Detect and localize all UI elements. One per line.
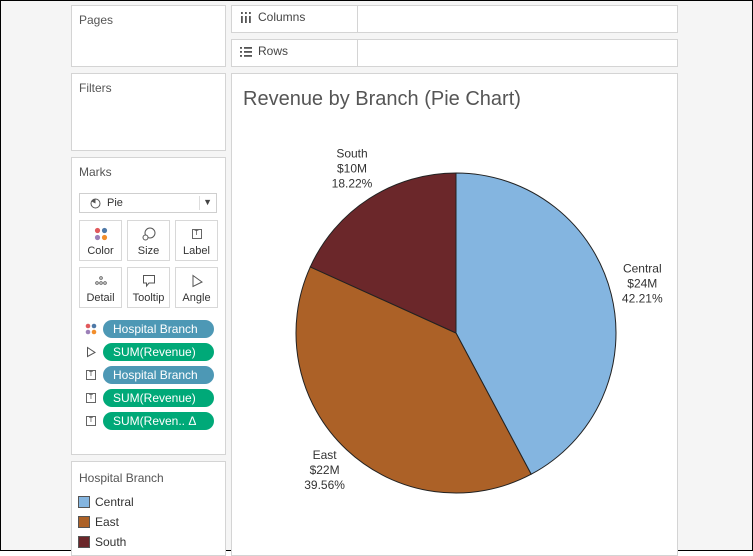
angle-button[interactable]: Angle (175, 267, 218, 308)
marks-pill-row: SUM(Revenue) (85, 343, 215, 361)
shelf-divider (357, 6, 358, 32)
filters-title: Filters (79, 81, 112, 95)
pages-card[interactable]: Pages (71, 5, 226, 67)
size-button-label: Size (137, 245, 160, 257)
pie-label-line: East (313, 448, 338, 462)
legend-item-label: East (95, 515, 120, 529)
mark-type-dropdown[interactable]: Pie ▼ (79, 193, 217, 213)
sum-revenue-table-calc-pill[interactable]: SUM(Reven.. Δ (103, 412, 214, 430)
legend-item[interactable]: South (78, 534, 126, 550)
pie-label-line: 39.56% (304, 478, 345, 492)
color-legend-card: Hospital Branch Central East South (71, 461, 226, 556)
label-button-label: Label (183, 245, 210, 257)
color-button-label: Color (87, 245, 114, 257)
size-icon (128, 227, 169, 241)
label-text-icon: T (176, 227, 217, 241)
label-text-icon: T (85, 369, 97, 381)
dropdown-separator (199, 196, 200, 210)
marks-pill-row: Hospital Branch (85, 320, 215, 338)
rows-shelf-label: Rows (240, 44, 288, 58)
marks-card: Marks Pie ▼ Color Size T Label Detail To… (71, 157, 226, 455)
legend-swatch-central (78, 496, 90, 508)
marks-pill-row: T SUM(Revenue) (85, 389, 215, 407)
color-button[interactable]: Color (79, 220, 122, 261)
angle-button-label: Angle (182, 292, 211, 304)
size-button[interactable]: Size (127, 220, 170, 261)
chevron-down-icon: ▼ (203, 197, 212, 207)
columns-label: Columns (258, 10, 306, 24)
angle-icon (176, 274, 217, 288)
marks-pill-row: T SUM(Reven.. Δ (85, 412, 215, 430)
legend-item-label: Central (95, 495, 134, 509)
tooltip-button[interactable]: Tooltip (127, 267, 170, 308)
pie-label-line: $22M (310, 463, 340, 477)
legend-title: Hospital Branch (79, 471, 164, 485)
rows-shelf[interactable]: Rows (231, 39, 678, 67)
label-text-icon: T (85, 415, 97, 427)
hospital-branch-color-pill[interactable]: Hospital Branch (103, 320, 214, 338)
columns-shelf[interactable]: Columns (231, 5, 678, 33)
legend-swatch-south (78, 536, 90, 548)
detail-button-label: Detail (86, 292, 115, 304)
rows-label: Rows (258, 44, 289, 58)
mark-type-label: Pie (107, 197, 123, 209)
pie-label-line: Central (623, 262, 662, 276)
columns-shelf-label: Columns (240, 10, 305, 24)
pie-label-line: 18.22% (332, 177, 373, 191)
rows-icon (240, 46, 252, 57)
pie-chart: Central$24M42.21% East$22M39.56% South$10M… (295, 147, 663, 494)
tooltip-bubble-icon (128, 274, 169, 288)
columns-icon (240, 11, 252, 23)
pie-label-line: South (336, 147, 367, 161)
filters-card[interactable]: Filters (71, 73, 226, 151)
label-button[interactable]: T Label (175, 220, 218, 261)
sum-revenue-label-pill[interactable]: SUM(Revenue) (103, 389, 214, 407)
pie-label-line: $10M (337, 162, 367, 176)
pie-label-central: Central$24M42.21% (622, 262, 663, 306)
detail-dots-icon (80, 274, 121, 288)
angle-icon (85, 346, 97, 358)
legend-swatch-east (78, 516, 90, 528)
shelf-divider (357, 40, 358, 66)
pages-title: Pages (79, 13, 114, 27)
pie-label-line: $24M (627, 277, 657, 291)
marks-title: Marks (79, 165, 112, 179)
pie-label-south: South$10M18.22% (332, 147, 373, 191)
color-dots-icon (80, 227, 121, 241)
legend-item[interactable]: East (78, 514, 119, 530)
label-text-icon: T (85, 392, 97, 404)
pie-label-line: 42.21% (622, 292, 663, 306)
chart-view: Revenue by Branch (Pie Chart) Central $24… (231, 73, 678, 556)
marks-pill-row: T Hospital Branch (85, 366, 215, 384)
color-dots-icon (85, 323, 97, 335)
legend-item[interactable]: Central (78, 494, 134, 510)
detail-button[interactable]: Detail (79, 267, 122, 308)
legend-item-label: South (95, 535, 127, 549)
sum-revenue-angle-pill[interactable]: SUM(Revenue) (103, 343, 214, 361)
pie-mark-icon (90, 198, 101, 209)
hospital-branch-label-pill[interactable]: Hospital Branch (103, 366, 214, 384)
pie-label-east: East$22M39.56% (304, 448, 345, 492)
tooltip-button-label: Tooltip (132, 292, 165, 304)
tableau-window: Pages Filters Marks Pie ▼ Color Size T L… (0, 0, 753, 556)
